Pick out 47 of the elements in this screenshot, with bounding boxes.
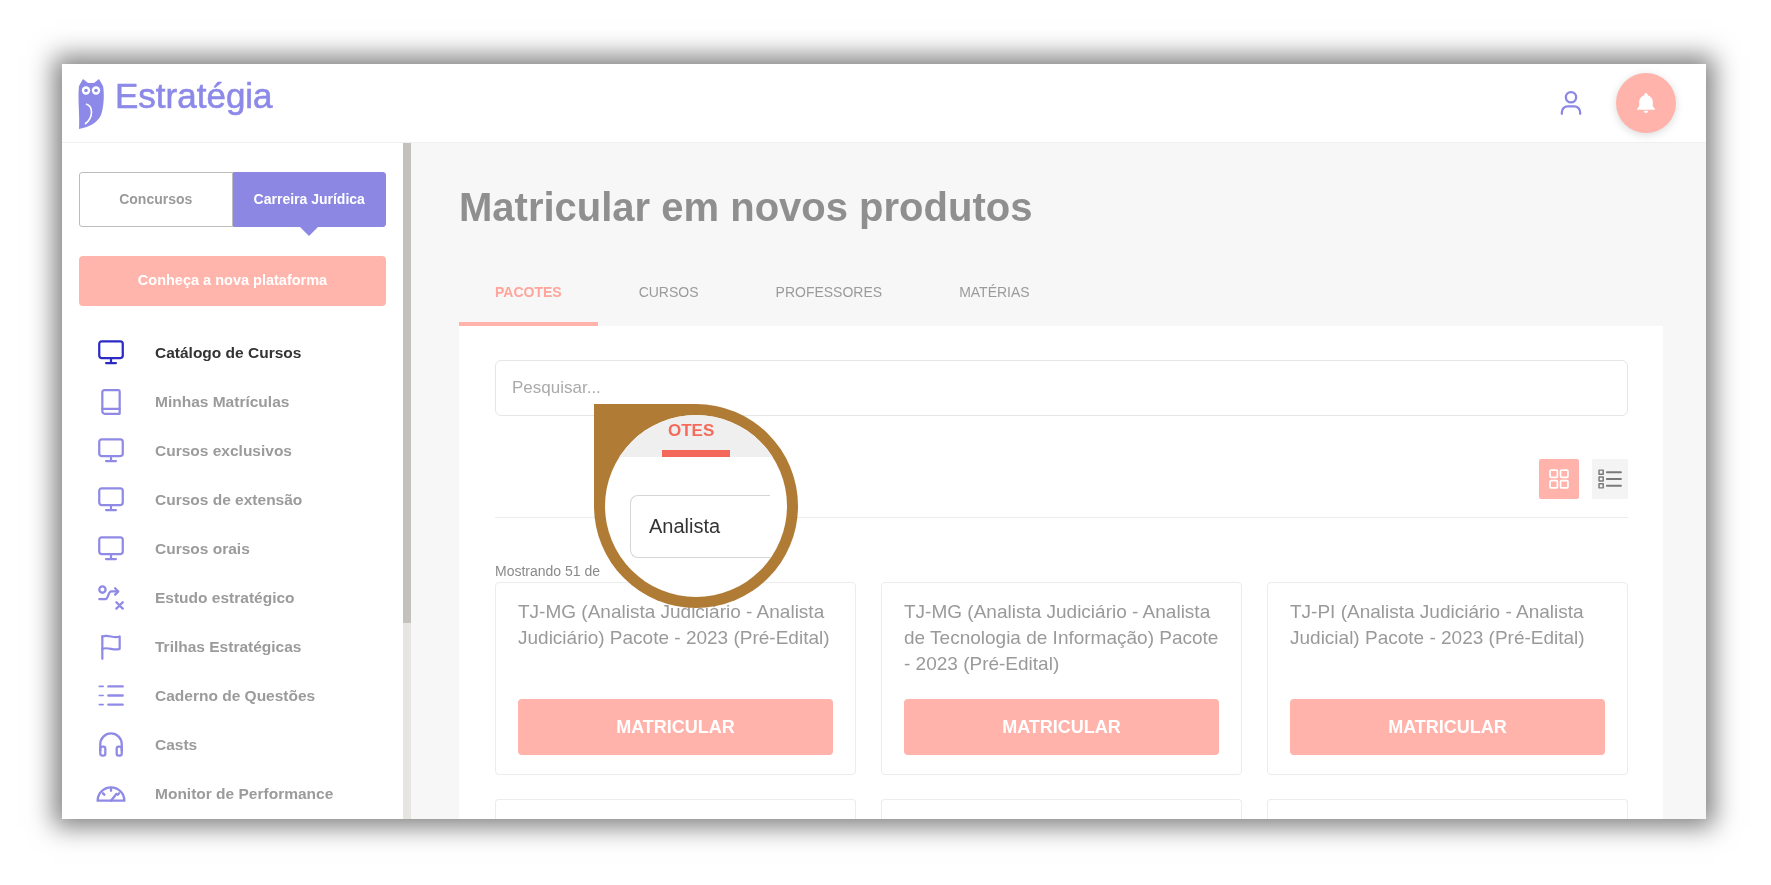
logo-text: Estratégia — [115, 76, 273, 116]
route-icon — [98, 585, 124, 610]
enroll-button[interactable]: MATRICULAR — [1290, 699, 1605, 755]
user-icon[interactable] — [1560, 91, 1582, 115]
result-count: Mostrando 51 de — [495, 562, 601, 581]
new-platform-button[interactable]: Conheça a nova plataforma — [79, 256, 386, 306]
monitor-icon — [98, 536, 124, 561]
gauge-icon — [96, 785, 126, 802]
card-title: TJ-MG (Analista Judiciário - Analista de Tecnologia de Informação) Pacote - 2023 (Pré-Edital) — [904, 600, 1219, 676]
sidebar-item[interactable]: Monitor de Performance — [79, 769, 386, 818]
enroll-button[interactable]: MATRICULAR — [518, 699, 833, 755]
grid-view-button[interactable] — [1539, 459, 1579, 499]
monitor-icon — [98, 487, 124, 512]
tab[interactable]: PROFESSORES — [739, 258, 919, 326]
monitor-icon — [98, 438, 124, 463]
sidebar-item[interactable]: Minhas Matrículas — [79, 377, 386, 426]
sidebar-item[interactable]: Catálogo de Cursos — [79, 328, 386, 377]
notification-button[interactable] — [1616, 73, 1676, 133]
book-icon — [101, 388, 121, 415]
sidebar-item[interactable]: Estudo estratégico — [79, 573, 386, 622]
tab[interactable]: OTES — [662, 422, 730, 457]
headphones-icon — [99, 732, 123, 757]
enroll-button[interactable]: MATRICULAR — [904, 699, 1219, 755]
search-field[interactable]: Pesquisar... — [495, 360, 1628, 416]
list-icon — [98, 685, 124, 706]
sidebar-item[interactable]: Trilhas Estratégicas — [79, 622, 386, 671]
input-field[interactable]: Analista — [630, 495, 770, 558]
category-toggle[interactable]: Concursos — [79, 172, 233, 227]
card-title: TJ-MG (Analista Judiciário - Analista Judiciário) Pacote - 2023 (Pré-Edital) — [518, 600, 831, 650]
page-title: Matricular em novos produtos — [459, 184, 1033, 231]
sidebar-item[interactable]: Cursos de extensão — [79, 475, 386, 524]
grid-icon — [1549, 469, 1569, 489]
list-view-button[interactable] — [1592, 459, 1628, 499]
scrollbar-thumb[interactable] — [403, 143, 411, 623]
sidebar-item[interactable]: Cursos exclusivos — [79, 426, 386, 475]
tab[interactable]: MATÉRIAS — [923, 258, 1066, 326]
tab[interactable]: CURSOS — [602, 258, 735, 326]
sidebar-item[interactable]: Casts — [79, 720, 386, 769]
bell-icon — [1637, 93, 1655, 113]
sidebar-item[interactable]: Cursos orais — [79, 524, 386, 573]
monitor-icon — [98, 340, 124, 365]
pointer-icon — [300, 227, 319, 236]
sidebar-item[interactable]: Caderno de Questões — [79, 671, 386, 720]
list-icon — [1598, 469, 1622, 489]
owl-logo-icon — [77, 77, 105, 129]
card-title: TJ-PI (Analista Judiciário - Analista Judicial) Pacote - 2023 (Pré-Edital) — [1290, 600, 1586, 650]
flag-icon — [101, 633, 121, 660]
